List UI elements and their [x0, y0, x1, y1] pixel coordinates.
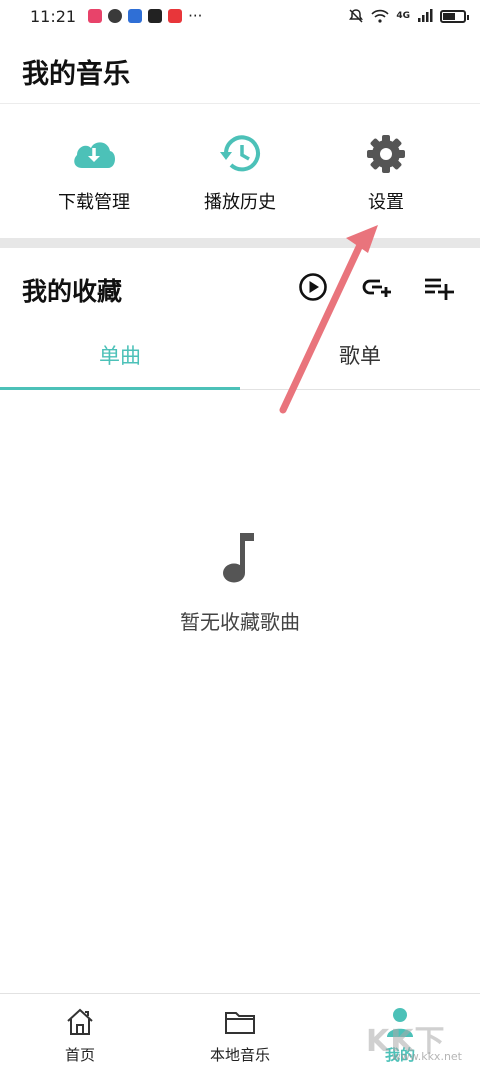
notification-app-icon: [88, 9, 103, 23]
settings-label: 设置: [368, 192, 404, 213]
download-manager-button[interactable]: 下载管理: [24, 104, 164, 238]
signal-icon: [418, 9, 433, 22]
download-manager-label: 下载管理: [58, 192, 130, 213]
page-title: 我的音乐: [22, 59, 130, 90]
video-app-icon: [168, 9, 183, 23]
tab-playlists[interactable]: 歌单: [240, 328, 480, 390]
page-header: 我的音乐: [0, 32, 480, 104]
history-icon: [220, 135, 260, 172]
section-divider: [0, 238, 480, 248]
favorites-header: 我的收藏: [0, 248, 480, 328]
nav-local-music[interactable]: 本地音乐: [160, 994, 320, 1067]
play-all-icon[interactable]: [296, 270, 330, 304]
empty-state: 暂无收藏歌曲: [0, 530, 480, 635]
cloud-download-icon: [74, 142, 116, 168]
wifi-icon: [371, 9, 389, 23]
status-left: 11:21 ···: [30, 7, 202, 26]
tab-songs[interactable]: 单曲: [0, 328, 240, 390]
tab-playlists-label: 歌单: [339, 344, 381, 368]
status-right: 4G: [348, 8, 469, 24]
battery-icon: [440, 9, 469, 23]
music-note-icon: [223, 533, 254, 583]
network-type: 4G: [396, 11, 410, 21]
favorites-title: 我的收藏: [22, 277, 123, 306]
mute-bell-icon: [349, 9, 364, 23]
tab-songs-label: 单曲: [99, 344, 141, 368]
active-tab-indicator: [0, 387, 240, 390]
quick-actions: 下载管理 播放历史 设置: [0, 104, 480, 238]
watermark: KK下载 www.kkx.net: [366, 1016, 466, 1066]
battery-level: [443, 12, 455, 20]
shield-app-icon: [128, 9, 143, 23]
nav-home-label: 首页: [64, 1046, 95, 1064]
status-time: 11:21: [30, 6, 77, 26]
nav-local-music-label: 本地音乐: [209, 1046, 270, 1064]
watermark-url: www.kkx.net: [391, 1050, 462, 1063]
favorites-tabs: 单曲 歌单: [0, 328, 480, 390]
play-history-label: 播放历史: [204, 192, 276, 213]
nav-home[interactable]: 首页: [0, 994, 160, 1067]
playlist-add-icon[interactable]: [422, 270, 456, 304]
status-bar: 11:21 ··· 4G: [0, 0, 480, 32]
link-add-icon[interactable]: [360, 270, 394, 304]
home-icon: [67, 1008, 93, 1035]
more-notifications-icon: ···: [188, 7, 203, 25]
empty-state-text: 暂无收藏歌曲: [180, 610, 300, 634]
wechat-icon: [108, 9, 123, 23]
gear-icon: [367, 135, 405, 173]
tiktok-icon: [148, 9, 163, 23]
settings-button[interactable]: 设置: [316, 104, 456, 238]
folder-icon: [225, 1012, 255, 1034]
play-history-button[interactable]: 播放历史: [170, 104, 310, 238]
